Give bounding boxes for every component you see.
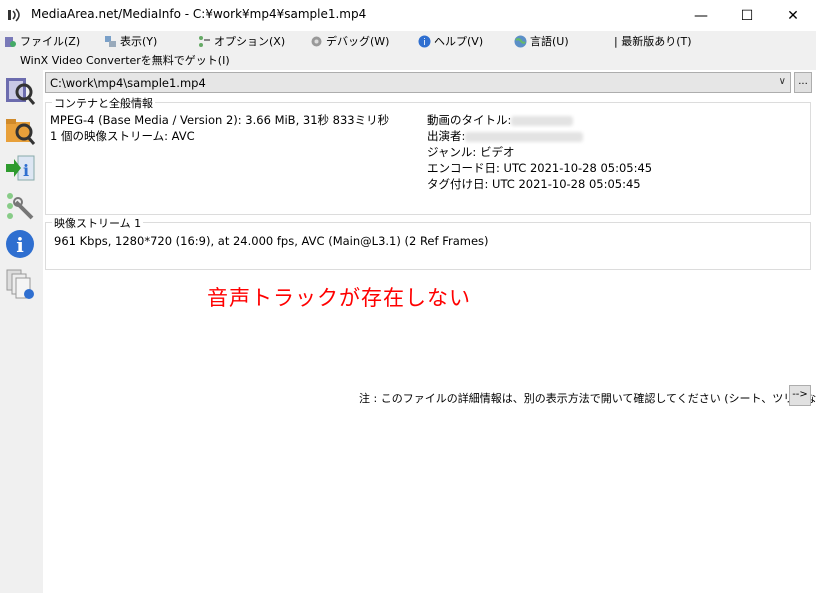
- view-menu-icon: [104, 35, 117, 48]
- redacted-performer: [465, 131, 584, 142]
- chevron-down-icon[interactable]: ∨: [779, 76, 786, 87]
- movie-title-field: 動画のタイトル:: [427, 112, 574, 128]
- menu-debug-label: デバッグ(W): [326, 35, 390, 48]
- redacted-title: [511, 115, 574, 126]
- details-note: 注 : このファイルの詳細情報は、別の表示方法で開いて確認してください (シート…: [359, 392, 816, 405]
- maximize-icon: ☐: [740, 7, 754, 24]
- file-selector-dropdown[interactable]: C:\work\mp4\sample1.mp4 ∨: [45, 72, 791, 93]
- video-stream-legend: 映像ストリーム 1: [52, 215, 144, 231]
- browse-button[interactable]: ...: [794, 72, 812, 93]
- menu-debug[interactable]: デバッグ(W): [310, 33, 389, 49]
- svg-text:i: i: [423, 38, 426, 48]
- switch-view-button[interactable]: -->: [789, 385, 811, 406]
- performer-label: 出演者:: [427, 129, 466, 143]
- menu-file-label: ファイル(Z): [20, 35, 81, 48]
- sidebar-toolbar: i i: [0, 70, 43, 593]
- about-info-icon[interactable]: i: [4, 228, 36, 260]
- menu-help[interactable]: i ヘルプ(V): [418, 33, 483, 49]
- menu-options-label: オプション(X): [214, 35, 286, 48]
- general-info-legend: コンテナと全般情報: [52, 95, 155, 111]
- debug-menu-icon: [310, 35, 323, 48]
- close-button[interactable]: ✕: [770, 0, 816, 31]
- title-bar: MediaArea.net/MediaInfo - C:¥work¥mp4¥sa…: [0, 0, 816, 31]
- close-icon: ✕: [787, 7, 799, 24]
- maximize-button[interactable]: ☐: [724, 0, 770, 31]
- menu-view[interactable]: 表示(Y): [104, 33, 157, 49]
- mediainfo-app-icon: [7, 7, 23, 23]
- menu-bar: ファイル(Z) 表示(Y) オプション(X) デバッグ(W) i ヘルプ(V) …: [0, 31, 816, 50]
- menu-newest-label: | 最新版あり(T): [614, 35, 692, 48]
- open-folder-icon[interactable]: [4, 114, 36, 146]
- svg-text:i: i: [23, 161, 29, 180]
- export-icon[interactable]: i: [4, 152, 36, 184]
- preferences-icon[interactable]: [4, 190, 36, 222]
- minimize-button[interactable]: —: [678, 0, 724, 31]
- stream-summary: 1 個の映像ストリーム: AVC: [50, 129, 195, 143]
- tagged-date-field: タグ付け日: UTC 2021-10-28 05:05:45: [427, 177, 641, 191]
- minimize-icon: —: [694, 7, 708, 24]
- menu-language[interactable]: 言語(U): [514, 33, 569, 49]
- menu-help-label: ヘルプ(V): [434, 35, 484, 48]
- video-stream-details: 961 Kbps, 1280*720 (16:9), at 24.000 fps…: [54, 234, 489, 248]
- window-title: MediaArea.net/MediaInfo - C:¥work¥mp4¥sa…: [31, 7, 367, 21]
- no-audio-annotation: 音声トラックが存在しない: [207, 286, 471, 310]
- encoded-date-field: エンコード日: UTC 2021-10-28 05:05:45: [427, 161, 653, 175]
- genre-field: ジャンル: ビデオ: [427, 145, 515, 159]
- menu-file[interactable]: ファイル(Z): [4, 33, 80, 49]
- open-file-icon[interactable]: [4, 74, 36, 106]
- general-info-group: コンテナと全般情報 MPEG-4 (Base Media / Version 2…: [45, 95, 811, 215]
- knowledge-base-icon[interactable]: [4, 268, 36, 300]
- file-menu-icon: [4, 35, 17, 48]
- file-path-value: C:\work\mp4\sample1.mp4: [50, 76, 206, 90]
- menu-language-label: 言語(U): [530, 35, 569, 48]
- movie-title-label: 動画のタイトル:: [427, 113, 512, 127]
- help-menu-icon: i: [418, 35, 431, 48]
- globe-icon: [514, 35, 527, 48]
- options-menu-icon: [198, 35, 211, 48]
- menu-options[interactable]: オプション(X): [198, 33, 285, 49]
- format-summary: MPEG-4 (Base Media / Version 2): 3.66 Mi…: [50, 113, 390, 127]
- menu-newest-version[interactable]: | 最新版あり(T): [614, 33, 692, 49]
- menu-view-label: 表示(Y): [120, 35, 158, 48]
- performer-field: 出演者:: [427, 128, 584, 144]
- video-stream-group: 映像ストリーム 1 961 Kbps, 1280*720 (16:9), at …: [45, 215, 811, 270]
- svg-text:i: i: [16, 233, 24, 257]
- promo-link[interactable]: WinX Video Converterを無料でゲット(I): [20, 52, 230, 68]
